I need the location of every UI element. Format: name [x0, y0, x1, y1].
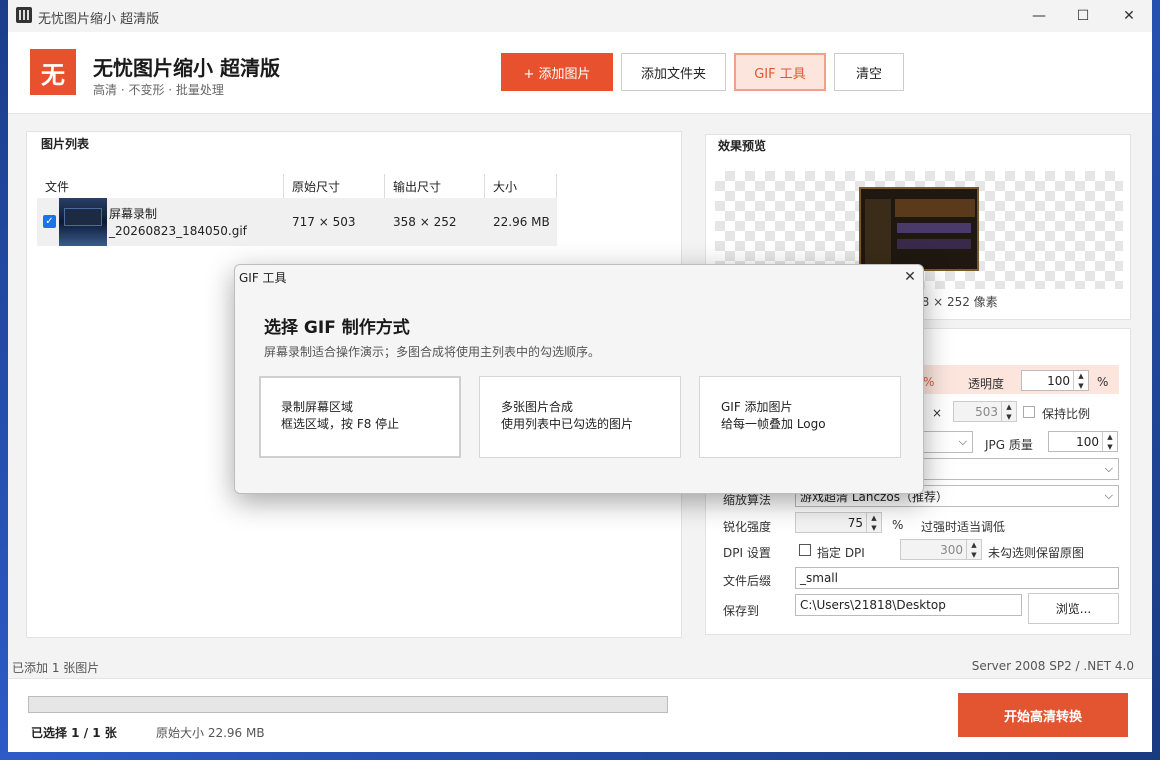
column-header-size[interactable]: 大小	[485, 174, 557, 198]
browse-button[interactable]: 浏览...	[1028, 593, 1119, 624]
footer: 已选择 1 / 1 张 原始大小 22.96 MB 开始高清转换	[8, 678, 1152, 752]
table-header: 文件 原始尺寸 输出尺寸 大小	[37, 174, 557, 198]
dpi-label: DPI 设置	[723, 546, 771, 560]
jpg-quality-stepper[interactable]: 100 ▲ ▼	[1048, 431, 1118, 452]
chevron-down-icon: ⌵	[1104, 489, 1113, 502]
option-desc: 给每一帧叠加 Logo	[721, 417, 826, 431]
header: 无 无忧图片缩小 超清版 高清 · 不变形 · 批量处理 + 添加图片 添加文件…	[8, 32, 1152, 114]
file-name-line2: _20260823_184050.gif	[109, 224, 247, 238]
spin-arrows-icon: ▲ ▼	[1073, 371, 1088, 390]
status-left: 已添加 1 张图片	[12, 661, 100, 675]
dialog-title: GIF 工具	[239, 271, 287, 285]
chevron-down-icon: ⌵	[1104, 462, 1113, 475]
add-folder-button[interactable]: 添加文件夹	[621, 53, 726, 91]
partial-percent: %	[923, 375, 935, 389]
opacity-stepper[interactable]: 100 ▲ ▼	[1021, 370, 1089, 391]
minimize-icon[interactable]: —	[1016, 0, 1062, 32]
save-path-input[interactable]: C:\Users\21818\Desktop	[795, 594, 1022, 616]
cell-size: 22.96 MB	[493, 215, 550, 229]
sharpen-hint: 过强时适当调低	[921, 520, 1006, 534]
sharpen-unit: %	[892, 518, 904, 532]
preset-select[interactable]: ⌵	[919, 458, 1119, 480]
close-icon[interactable]: ✕	[897, 265, 923, 289]
file-name-line1: 屏幕录制	[109, 206, 158, 221]
gif-tool-dialog: GIF 工具 ✕ 选择 GIF 制作方式 屏幕录制适合操作演示；多图合成将使用主…	[234, 264, 924, 494]
save-label: 保存到	[723, 604, 760, 618]
option-merge-images[interactable]: 多张图片合成 使用列表中已勾选的图片	[479, 376, 681, 458]
opacity-row-highlight	[919, 365, 1119, 394]
jpg-quality-label: JPG 质量	[985, 438, 1033, 452]
height-stepper[interactable]: 503 ▲ ▼	[953, 401, 1017, 422]
option-title: GIF 添加图片	[721, 400, 793, 414]
spin-arrows-icon: ▲ ▼	[966, 540, 981, 559]
spin-arrows-icon: ▲ ▼	[866, 513, 881, 532]
column-header-original-size[interactable]: 原始尺寸	[284, 174, 385, 198]
format-select[interactable]: ⌵	[919, 431, 973, 453]
app-icon	[16, 7, 32, 23]
preview-image	[859, 187, 979, 271]
option-title: 录制屏幕区域	[281, 400, 354, 414]
column-header-file[interactable]: 文件	[37, 174, 284, 198]
status-bar: 已添加 1 张图片 Server 2008 SP2 / .NET 4.0	[8, 654, 1152, 678]
opacity-unit: %	[1097, 375, 1109, 389]
chevron-down-icon: ⌵	[958, 435, 967, 448]
maximize-icon[interactable]: ☐	[1060, 0, 1106, 32]
status-right: Server 2008 SP2 / .NET 4.0	[971, 659, 1134, 673]
title-bar: 无忧图片缩小 超清版 — ☐ ✕	[8, 0, 1152, 32]
option-desc: 使用列表中已勾选的图片	[501, 417, 634, 431]
cell-output-size: 358 × 252	[393, 215, 457, 229]
logo: 无	[30, 49, 76, 95]
start-convert-button[interactable]: 开始高清转换	[958, 693, 1128, 737]
add-image-button[interactable]: + 添加图片	[501, 53, 613, 91]
clear-button[interactable]: 清空	[834, 53, 904, 91]
preview-caption: 58 × 252 像素	[914, 295, 998, 309]
option-record-screen[interactable]: 录制屏幕区域 框选区域，按 F8 停止	[259, 376, 461, 458]
column-header-output-size[interactable]: 输出尺寸	[385, 174, 485, 198]
brand-subtitle: 高清 · 不变形 · 批量处理	[93, 83, 224, 97]
suffix-label: 文件后缀	[723, 574, 772, 588]
option-add-logo[interactable]: GIF 添加图片 给每一帧叠加 Logo	[699, 376, 901, 458]
sharpen-label: 锐化强度	[723, 520, 772, 534]
cell-original-size: 717 × 503	[292, 215, 356, 229]
keep-ratio-checkbox[interactable]	[1023, 406, 1035, 418]
dpi-checkbox[interactable]	[799, 544, 811, 556]
option-title: 多张图片合成	[501, 400, 574, 414]
gif-tool-button[interactable]: GIF 工具	[734, 53, 826, 91]
opacity-label: 透明度	[968, 377, 1005, 391]
close-icon[interactable]: ✕	[1106, 0, 1152, 32]
suffix-input[interactable]: _small	[795, 567, 1119, 589]
brand-title: 无忧图片缩小 超清版	[93, 56, 280, 80]
keep-ratio-label: 保持比例	[1042, 407, 1091, 421]
dpi-hint: 未勾选则保留原图	[988, 546, 1085, 560]
preview-legend: 效果预览	[712, 137, 773, 154]
image-list-legend: 图片列表	[35, 135, 96, 152]
progress-bar	[28, 696, 668, 713]
dpi-stepper[interactable]: 300 ▲ ▼	[900, 539, 982, 560]
option-desc: 框选区域，按 F8 停止	[281, 417, 400, 431]
selected-count: 已选择 1 / 1 张	[31, 726, 117, 740]
checkmark-icon[interactable]: ✓	[43, 215, 56, 228]
thumbnail	[59, 198, 107, 246]
spin-arrows-icon: ▲ ▼	[1001, 402, 1016, 421]
spin-arrows-icon: ▲ ▼	[1102, 432, 1117, 451]
dialog-description: 屏幕录制适合操作演示；多图合成将使用主列表中的勾选顺序。	[264, 345, 601, 359]
window-title: 无忧图片缩小 超清版	[38, 12, 160, 27]
dpi-check-label: 指定 DPI	[817, 546, 865, 560]
dialog-heading: 选择 GIF 制作方式	[264, 318, 410, 338]
original-size-total: 原始大小 22.96 MB	[156, 726, 265, 740]
table-row[interactable]: ✓ 屏幕录制 _20260823_184050.gif 717 × 503 35…	[37, 198, 557, 246]
times-sign: ×	[932, 406, 943, 420]
sharpen-stepper[interactable]: 75 ▲ ▼	[795, 512, 882, 533]
